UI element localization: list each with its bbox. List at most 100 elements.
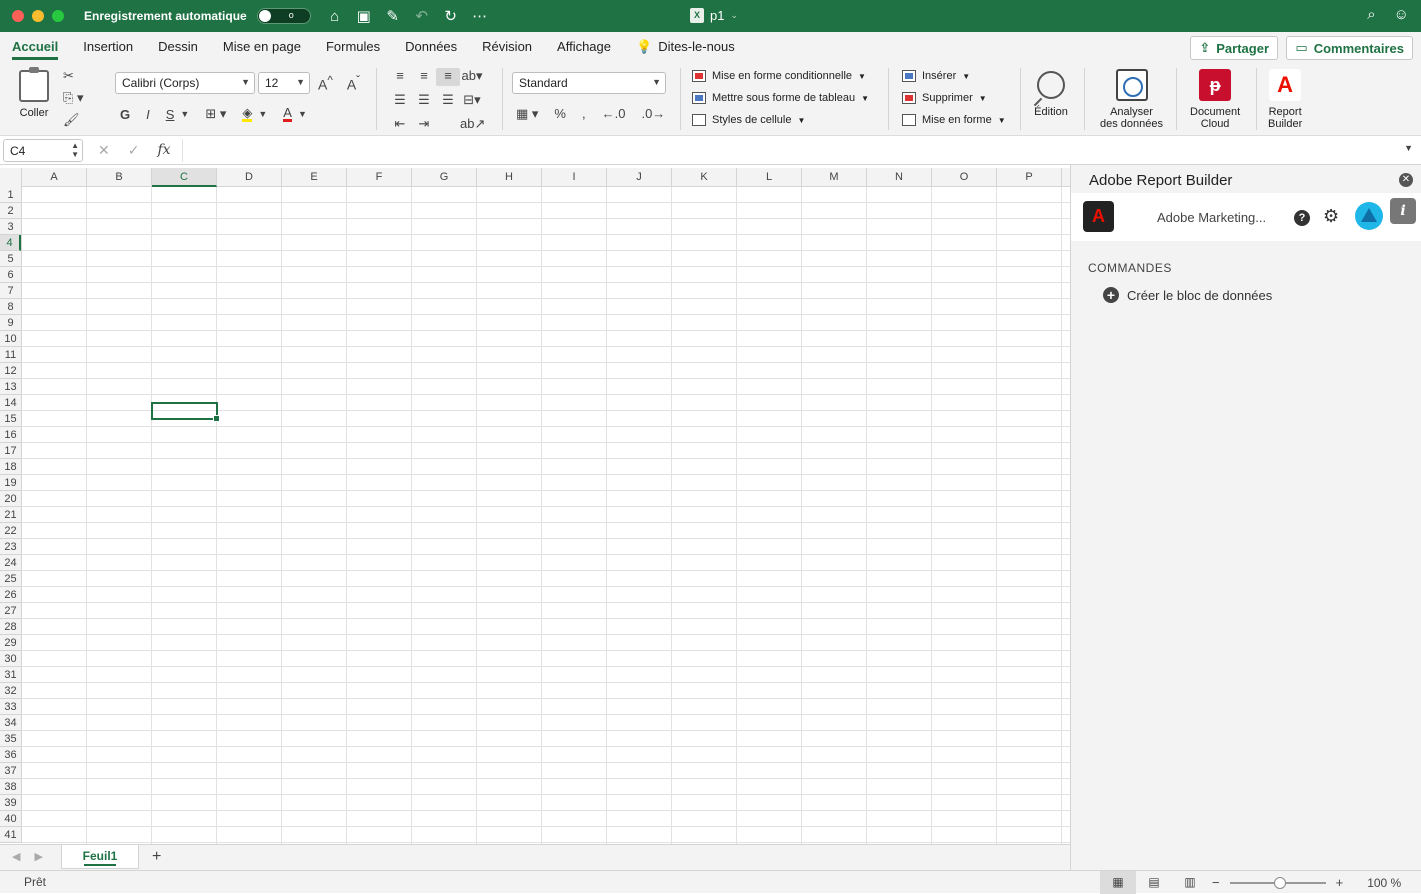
accounting-format-icon[interactable]: ▦ ▾: [516, 106, 538, 122]
row-header[interactable]: 6: [0, 267, 21, 283]
zoom-window-button[interactable]: [52, 10, 64, 22]
format-as-table-button[interactable]: Mettre sous forme de tableau ▼: [692, 90, 869, 106]
row-header[interactable]: 3: [0, 219, 21, 235]
percent-icon[interactable]: %: [554, 106, 566, 122]
chevron-down-icon[interactable]: ▼: [258, 109, 267, 119]
fill-color-icon[interactable]: ◈: [242, 106, 253, 122]
formula-input[interactable]: [182, 139, 1402, 162]
column-header[interactable]: P: [997, 168, 1062, 187]
delete-button[interactable]: Supprimer ▼: [902, 90, 1006, 106]
page-break-view-icon[interactable]: ▥: [1172, 871, 1208, 894]
row-header[interactable]: 8: [0, 299, 21, 315]
row-header[interactable]: 21: [0, 507, 21, 523]
row-header[interactable]: 18: [0, 459, 21, 475]
zoom-knob[interactable]: [1273, 876, 1286, 889]
column-header[interactable]: C: [152, 168, 217, 187]
row-header[interactable]: 27: [0, 603, 21, 619]
select-all-corner[interactable]: [0, 168, 22, 187]
row-header[interactable]: 40: [0, 811, 21, 827]
increase-decimal-icon[interactable]: ←.0: [602, 106, 626, 122]
next-sheet-icon[interactable]: ▶: [34, 850, 42, 863]
row-header[interactable]: 35: [0, 731, 21, 747]
document-title[interactable]: X p1 ⌄: [690, 8, 738, 23]
close-window-button[interactable]: [12, 10, 24, 22]
row-header[interactable]: 36: [0, 747, 21, 763]
comma-style-icon[interactable]: ,: [582, 106, 586, 122]
font-color-icon[interactable]: A: [283, 106, 292, 122]
search-icon[interactable]: ⌕: [1367, 6, 1375, 23]
row-header[interactable]: 33: [0, 699, 21, 715]
tab-accueil[interactable]: Accueil: [12, 32, 59, 62]
name-box[interactable]: C4 ▲ ▼: [3, 139, 83, 162]
row-header[interactable]: 15: [0, 411, 21, 427]
row-header[interactable]: 4: [0, 235, 21, 251]
align-left-icon[interactable]: ☰: [388, 92, 412, 110]
save-icon[interactable]: ▣: [356, 7, 372, 25]
create-data-block-button[interactable]: + Créer le bloc de données: [1103, 287, 1272, 303]
account-icon[interactable]: ☺: [1394, 6, 1409, 23]
column-header[interactable]: A: [22, 168, 87, 187]
column-header[interactable]: G: [412, 168, 477, 187]
number-format-select[interactable]: Standard ▼: [512, 72, 666, 94]
chevron-down-icon[interactable]: ▼: [180, 109, 189, 119]
row-header[interactable]: 19: [0, 475, 21, 491]
analyze-data-button[interactable]: Analyser des données: [1100, 68, 1163, 130]
column-header[interactable]: E: [282, 168, 347, 187]
column-header[interactable]: I: [542, 168, 607, 187]
cell-area[interactable]: [22, 187, 1070, 844]
chevron-down-icon[interactable]: ▼: [298, 109, 307, 119]
redo-icon[interactable]: ↻: [443, 7, 459, 25]
save-as-icon[interactable]: ✎: [385, 7, 401, 25]
format-button[interactable]: Mise en forme ▼: [902, 112, 1006, 128]
edition-button[interactable]: Édition: [1034, 68, 1068, 118]
confirm-icon[interactable]: ✓: [128, 142, 140, 159]
share-button[interactable]: ⇪ Partager: [1190, 36, 1278, 60]
tab-dessin[interactable]: Dessin: [158, 32, 198, 62]
cancel-icon[interactable]: ✕: [98, 142, 110, 159]
cell-styles-button[interactable]: Styles de cellule ▼: [692, 112, 869, 128]
decrease-indent-icon[interactable]: ⇤: [388, 116, 412, 134]
conditional-format-button[interactable]: Mise en forme conditionnelle ▼: [692, 68, 869, 84]
row-header[interactable]: 24: [0, 555, 21, 571]
close-icon[interactable]: ✕: [1399, 173, 1413, 187]
column-header[interactable]: J: [607, 168, 672, 187]
active-cell[interactable]: [151, 402, 220, 422]
row-header[interactable]: 1: [0, 187, 21, 203]
help-icon[interactable]: ?: [1294, 210, 1310, 226]
column-header[interactable]: M: [802, 168, 867, 187]
row-header[interactable]: 29: [0, 635, 21, 651]
align-center-icon[interactable]: ☰: [412, 92, 436, 110]
avatar[interactable]: [1355, 202, 1383, 230]
decrease-decimal-icon[interactable]: .0→: [641, 106, 665, 122]
tell-me-box[interactable]: 💡 Dites-le-nous: [636, 32, 735, 62]
row-header[interactable]: 10: [0, 331, 21, 347]
home-icon[interactable]: ⌂: [327, 8, 343, 25]
row-header[interactable]: 22: [0, 523, 21, 539]
row-header[interactable]: 26: [0, 587, 21, 603]
align-middle-icon[interactable]: ≡: [412, 68, 436, 86]
tab-formules[interactable]: Formules: [326, 32, 380, 62]
row-header[interactable]: 23: [0, 539, 21, 555]
font-name-select[interactable]: Calibri (Corps) ▼: [115, 72, 255, 94]
zoom-out-icon[interactable]: −: [1212, 875, 1220, 890]
undo-icon[interactable]: ↶: [414, 7, 430, 25]
row-header[interactable]: 20: [0, 491, 21, 507]
sheet-tab[interactable]: Feuil1: [61, 845, 139, 869]
row-header[interactable]: 30: [0, 651, 21, 667]
row-header[interactable]: 16: [0, 427, 21, 443]
row-header[interactable]: 9: [0, 315, 21, 331]
merge-icon[interactable]: ⊟▾: [460, 92, 484, 110]
italic-button[interactable]: I: [146, 107, 150, 122]
column-header[interactable]: L: [737, 168, 802, 187]
column-header[interactable]: O: [932, 168, 997, 187]
format-painter-icon[interactable]: 🖌: [63, 112, 84, 128]
increase-indent-icon[interactable]: ⇥: [412, 116, 436, 134]
copy-icon[interactable]: ⎘ ▾: [63, 90, 84, 106]
row-header[interactable]: 39: [0, 795, 21, 811]
column-header[interactable]: D: [217, 168, 282, 187]
document-cloud-button[interactable]: ᵽ Document Cloud: [1190, 68, 1240, 130]
bold-button[interactable]: G: [120, 107, 130, 122]
tab-insertion[interactable]: Insertion: [83, 32, 133, 62]
comments-button[interactable]: ▭ Commentaires: [1286, 36, 1413, 60]
tab-mise-en-page[interactable]: Mise en page: [223, 32, 301, 62]
